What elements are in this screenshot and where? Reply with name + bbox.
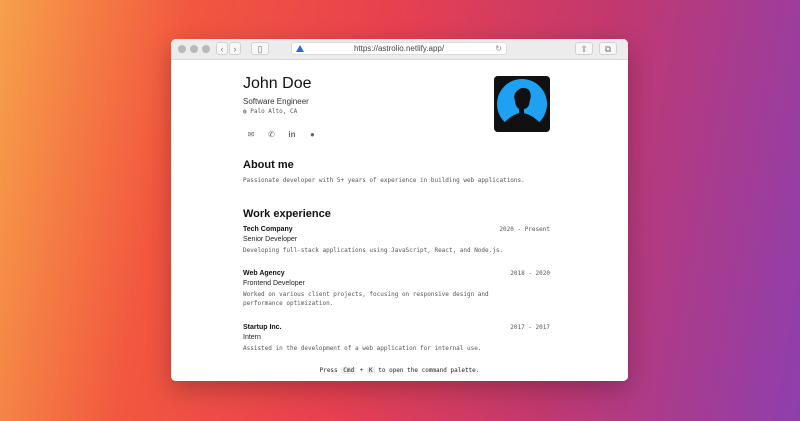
contact-links: ✉ ✆ in ●	[246, 124, 323, 142]
job-description: Assisted in the development of a web app…	[243, 345, 482, 352]
mail-icon[interactable]: ✉	[246, 130, 256, 140]
job-role: Intern	[243, 334, 261, 341]
url-text: https://astrolio.netlify.app/	[353, 44, 445, 53]
forward-button[interactable]: ›	[229, 42, 241, 55]
job-description: Developing full-stack applications using…	[243, 247, 504, 254]
minimize-window-button[interactable]	[190, 45, 198, 53]
job-role: Frontend Developer	[243, 280, 305, 287]
phone-icon[interactable]: ✆	[266, 130, 276, 140]
back-button[interactable]: ‹	[216, 42, 228, 55]
about-heading: About me	[243, 159, 294, 171]
close-window-button[interactable]	[178, 45, 186, 53]
github-icon[interactable]: ●	[307, 130, 317, 140]
page-content: John Doe Software Engineer ◍ Palo Alto, …	[171, 60, 628, 381]
browser-window: ‹ › ▯ https://astrolio.netlify.app/ ↻ ⇪ …	[171, 39, 628, 381]
globe-icon: ◍	[243, 108, 247, 115]
avatar	[494, 76, 550, 132]
profile-location: ◍ Palo Alto, CA	[243, 108, 298, 115]
chevron-left-icon: ‹	[220, 44, 224, 54]
profile-title: Software Engineer	[243, 97, 309, 106]
sidebar-button[interactable]: ▯	[251, 42, 269, 55]
job-description: Worked on various client projects, focus…	[243, 291, 489, 307]
job-company: Web Agency	[243, 270, 285, 277]
about-text: Passionate developer with 5+ years of ex…	[243, 177, 525, 184]
tabs-overview-button[interactable]: ⧉	[599, 42, 617, 55]
linkedin-icon[interactable]: in	[287, 130, 297, 140]
job-company: Tech Company	[243, 226, 293, 233]
job-company: Startup Inc.	[243, 324, 282, 331]
tabs-icon: ⧉	[604, 44, 612, 54]
chevron-right-icon: ›	[233, 44, 237, 54]
job-period: 2017 - 2017	[510, 324, 550, 331]
k-key: K	[367, 367, 375, 374]
job-period: 2018 - 2020	[510, 270, 550, 277]
share-icon: ⇪	[580, 44, 588, 54]
reload-icon[interactable]: ↻	[495, 43, 502, 55]
share-button[interactable]: ⇪	[575, 42, 593, 55]
address-bar[interactable]: https://astrolio.netlify.app/ ↻	[291, 42, 507, 55]
zoom-window-button[interactable]	[202, 45, 210, 53]
sidebar-icon: ▯	[257, 44, 263, 54]
job-period: 2020 - Present	[499, 226, 550, 233]
cmd-key: Cmd	[341, 367, 357, 374]
command-palette-hint: Press Cmd + K to open the command palett…	[319, 367, 480, 374]
work-heading: Work experience	[243, 208, 331, 220]
job-role: Senior Developer	[243, 236, 298, 243]
profile-name: John Doe	[243, 75, 312, 92]
browser-toolbar: ‹ › ▯ https://astrolio.netlify.app/ ↻ ⇪ …	[171, 39, 628, 60]
